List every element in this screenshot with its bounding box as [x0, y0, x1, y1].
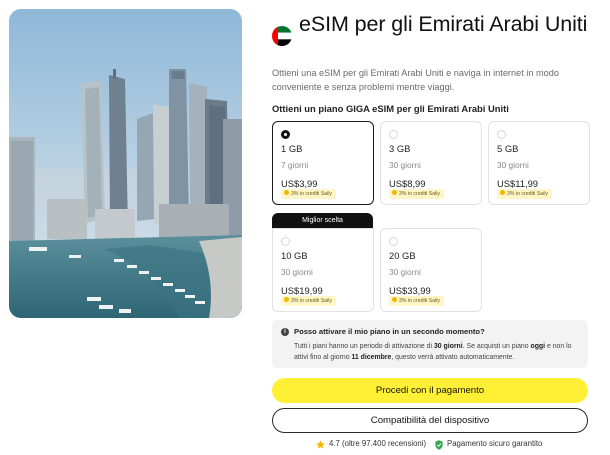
credit-text: 3% in crediti Saily — [507, 191, 548, 197]
info-answer-bold: oggi — [530, 343, 546, 350]
info-answer-text: Tutti i piani hanno un periodo di attiva… — [294, 343, 434, 350]
plan-card-20gb[interactable]: 20 GB 30 giorni US$33,99 3% in crediti S… — [380, 228, 482, 312]
plan-price: US$11,99 — [497, 178, 539, 189]
dubai-marina-illustration — [9, 9, 242, 318]
secure-payment-text: Pagamento sicuro garantito — [447, 439, 543, 448]
device-compatibility-button[interactable]: Compatibilità del dispositivo — [272, 408, 588, 433]
plan-price: US$3,99 — [281, 178, 318, 189]
coin-icon — [392, 297, 397, 302]
plan-duration: 30 giorni — [281, 267, 313, 277]
plan-radio[interactable] — [389, 237, 398, 246]
info-question: Posso attivare il mio piano in un second… — [294, 327, 485, 336]
info-answer-bold: 30 giorni — [433, 343, 463, 350]
plan-radio[interactable] — [497, 130, 506, 139]
shield-check-icon — [435, 439, 443, 450]
credit-badge: 3% in crediti Saily — [497, 189, 552, 199]
plan-card-3gb[interactable]: 3 GB 30 giorni US$8,99 3% in crediti Sai… — [380, 121, 482, 205]
plan-duration: 7 giorni — [281, 160, 309, 170]
info-answer-text: . Se acquisti un piano — [462, 343, 531, 350]
plan-duration: 30 giorni — [497, 160, 529, 170]
hero-image-dubai-marina — [9, 9, 242, 318]
coin-icon — [392, 190, 397, 195]
credit-text: 3% in crediti Saily — [291, 191, 332, 197]
plan-data: 20 GB — [389, 250, 416, 261]
trust-footer: 4.7 (oltre 97.400 recensioni) Pagamento … — [272, 439, 588, 451]
credit-badge: 3% in crediti Saily — [281, 189, 336, 199]
plan-card-10gb[interactable]: 10 GB 30 giorni US$19,99 3% in crediti S… — [272, 228, 374, 312]
credit-text: 3% in crediti Saily — [399, 298, 440, 304]
checkout-button[interactable]: Procedi con il pagamento — [272, 378, 588, 403]
plans-section-title: Ottieni un piano GIGA eSIM per gli Emira… — [272, 103, 509, 114]
credit-text: 3% in crediti Saily — [291, 298, 332, 304]
star-icon — [316, 440, 325, 449]
credit-text: 3% in crediti Saily — [399, 191, 440, 197]
info-answer: Tutti i piani hanno un periodo di attiva… — [294, 341, 582, 363]
coin-icon — [284, 297, 289, 302]
plan-duration: 30 giorni — [389, 267, 421, 277]
credit-badge: 3% in crediti Saily — [281, 296, 336, 306]
plan-data: 3 GB — [389, 143, 411, 154]
info-answer-bold: 11 dicembre — [351, 354, 392, 361]
plan-radio[interactable] — [389, 130, 398, 139]
credit-badge: 3% in crediti Saily — [389, 189, 444, 199]
plan-radio[interactable] — [281, 237, 290, 246]
plan-card-5gb[interactable]: 5 GB 30 giorni US$11,99 3% in crediti Sa… — [488, 121, 590, 205]
plan-data: 1 GB — [281, 143, 303, 154]
plan-price: US$19,99 — [281, 285, 323, 296]
plan-card-1gb[interactable]: 1 GB 7 giorni US$3,99 3% in crediti Sail… — [272, 121, 374, 205]
rating-text: 4.7 (oltre 97.400 recensioni) — [329, 439, 427, 448]
activation-info-box: i Posso attivare il mio piano in un seco… — [272, 320, 588, 368]
credit-badge: 3% in crediti Saily — [389, 296, 444, 306]
plan-price: US$33,99 — [389, 285, 431, 296]
plan-price: US$8,99 — [389, 178, 426, 189]
plan-data: 10 GB — [281, 250, 308, 261]
plan-radio-selected[interactable] — [281, 130, 290, 139]
coin-icon — [284, 190, 289, 195]
info-icon: i — [281, 328, 289, 336]
product-description: Ottieni una eSIM per gli Emirati Arabi U… — [272, 68, 559, 92]
coin-icon — [500, 190, 505, 195]
plan-data: 5 GB — [497, 143, 519, 154]
page-title: eSIM per gli Emirati Arabi Uniti — [299, 12, 588, 36]
info-answer-text: , questo verrà attivato automaticamente. — [391, 354, 515, 361]
best-choice-badge: Miglior scelta — [272, 213, 373, 228]
uae-flag-icon — [272, 26, 292, 46]
plan-duration: 30 giorni — [389, 160, 421, 170]
